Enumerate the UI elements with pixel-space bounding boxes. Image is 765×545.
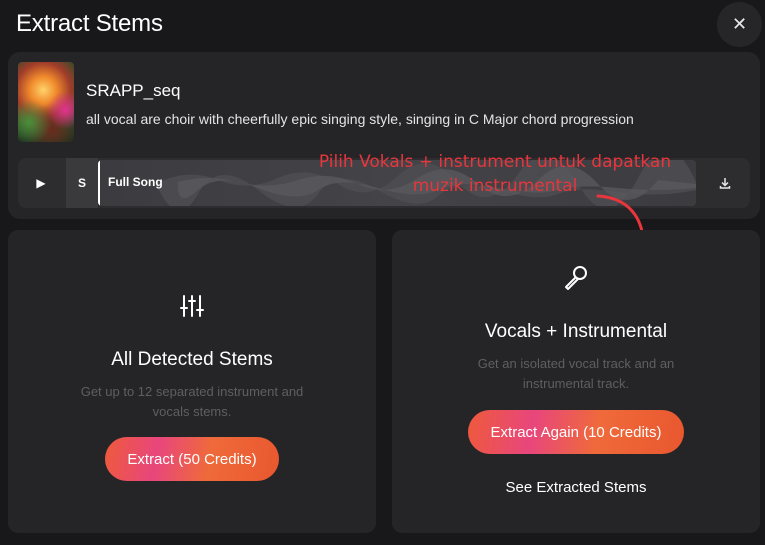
vocals-instrumental-title: Vocals + Instrumental <box>484 321 668 342</box>
close-button[interactable]: ✕ <box>717 2 762 47</box>
all-stems-description: Get up to 12 separated instrument and vo… <box>80 384 304 419</box>
annotation-line-1: Pilih Vokals + instrument untuk dapatkan <box>318 152 672 172</box>
sliders-icon <box>180 295 204 317</box>
vocals-instrumental-card[interactable]: Vocals + Instrumental Get an isolated vo… <box>392 230 760 533</box>
solo-button[interactable]: S <box>66 158 98 208</box>
vocals-instrumental-description: Get an isolated vocal track and an instr… <box>477 356 675 391</box>
play-icon[interactable]: ▶ <box>36 176 45 190</box>
playhead[interactable] <box>98 160 100 206</box>
see-extracted-stems-link[interactable]: See Extracted Stems <box>392 479 760 496</box>
close-icon[interactable]: ✕ <box>732 14 747 35</box>
microphone-icon <box>565 266 587 290</box>
track-label: Full Song <box>108 175 163 189</box>
download-icon[interactable] <box>718 176 732 190</box>
all-stems-title: All Detected Stems <box>111 349 273 370</box>
song-description: all vocal are choir with cheerfully epic… <box>86 111 634 127</box>
song-cover-art <box>18 62 74 142</box>
download-button[interactable] <box>714 172 736 194</box>
play-button[interactable]: ▶ <box>28 170 54 196</box>
extract-all-stems-button[interactable]: Extract (50 Credits) <box>105 437 279 481</box>
extract-again-button[interactable]: Extract Again (10 Credits) <box>468 410 684 454</box>
modal-title: Extract Stems <box>16 10 163 37</box>
all-stems-card[interactable]: All Detected Stems Get up to 12 separate… <box>8 230 376 533</box>
song-title: SRAPP_seq <box>86 81 181 100</box>
